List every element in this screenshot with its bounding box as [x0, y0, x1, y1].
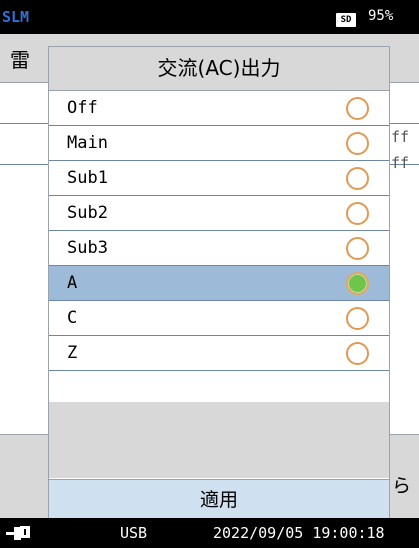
usb-label: USB	[120, 524, 148, 542]
radio-icon[interactable]	[346, 307, 369, 330]
option-a[interactable]: A	[49, 266, 389, 301]
radio-icon[interactable]	[346, 237, 369, 260]
option-label: Sub3	[67, 238, 108, 258]
status-bar: SLM SD 95%	[0, 0, 419, 34]
radio-icon[interactable]	[346, 132, 369, 155]
option-sub1[interactable]: Sub1	[49, 161, 389, 196]
option-label: Z	[67, 343, 78, 363]
radio-icon[interactable]	[346, 342, 369, 365]
option-main[interactable]: Main	[49, 126, 389, 161]
radio-icon[interactable]	[346, 202, 369, 225]
option-label: C	[67, 308, 78, 328]
ac-output-dialog: 交流(AC)出力 Off Main Sub1 Sub2 Sub3 A C Z 適…	[48, 46, 390, 518]
apply-button[interactable]: 適用	[49, 479, 389, 518]
dialog-title: 交流(AC)出力	[49, 47, 389, 91]
bottom-status-bar: USB 2022/09/05 19:00:18	[0, 518, 419, 548]
option-label: Main	[67, 133, 108, 153]
battery-level: 95%	[368, 8, 394, 24]
radio-icon[interactable]	[346, 97, 369, 120]
option-sub2[interactable]: Sub2	[49, 196, 389, 231]
date-time: 2022/09/05 19:00:18	[213, 524, 385, 542]
device-icon	[20, 526, 30, 538]
option-label: Off	[67, 98, 98, 118]
option-off[interactable]: Off	[49, 91, 389, 126]
option-sub3[interactable]: Sub3	[49, 231, 389, 266]
option-label: Sub1	[67, 168, 108, 188]
background-footer-text: ら	[392, 475, 412, 497]
sd-card-icon: SD	[336, 13, 356, 27]
app-name: SLM	[2, 8, 30, 26]
option-label: Sub2	[67, 203, 108, 223]
radio-icon[interactable]	[346, 167, 369, 190]
option-z[interactable]: Z	[49, 336, 389, 371]
background-row-value: ff	[391, 154, 410, 172]
option-label: A	[67, 273, 78, 293]
option-c[interactable]: C	[49, 301, 389, 336]
background-header-text: 雷	[10, 48, 30, 72]
radio-selected-icon[interactable]	[346, 272, 369, 295]
dialog-empty-area	[49, 402, 389, 478]
